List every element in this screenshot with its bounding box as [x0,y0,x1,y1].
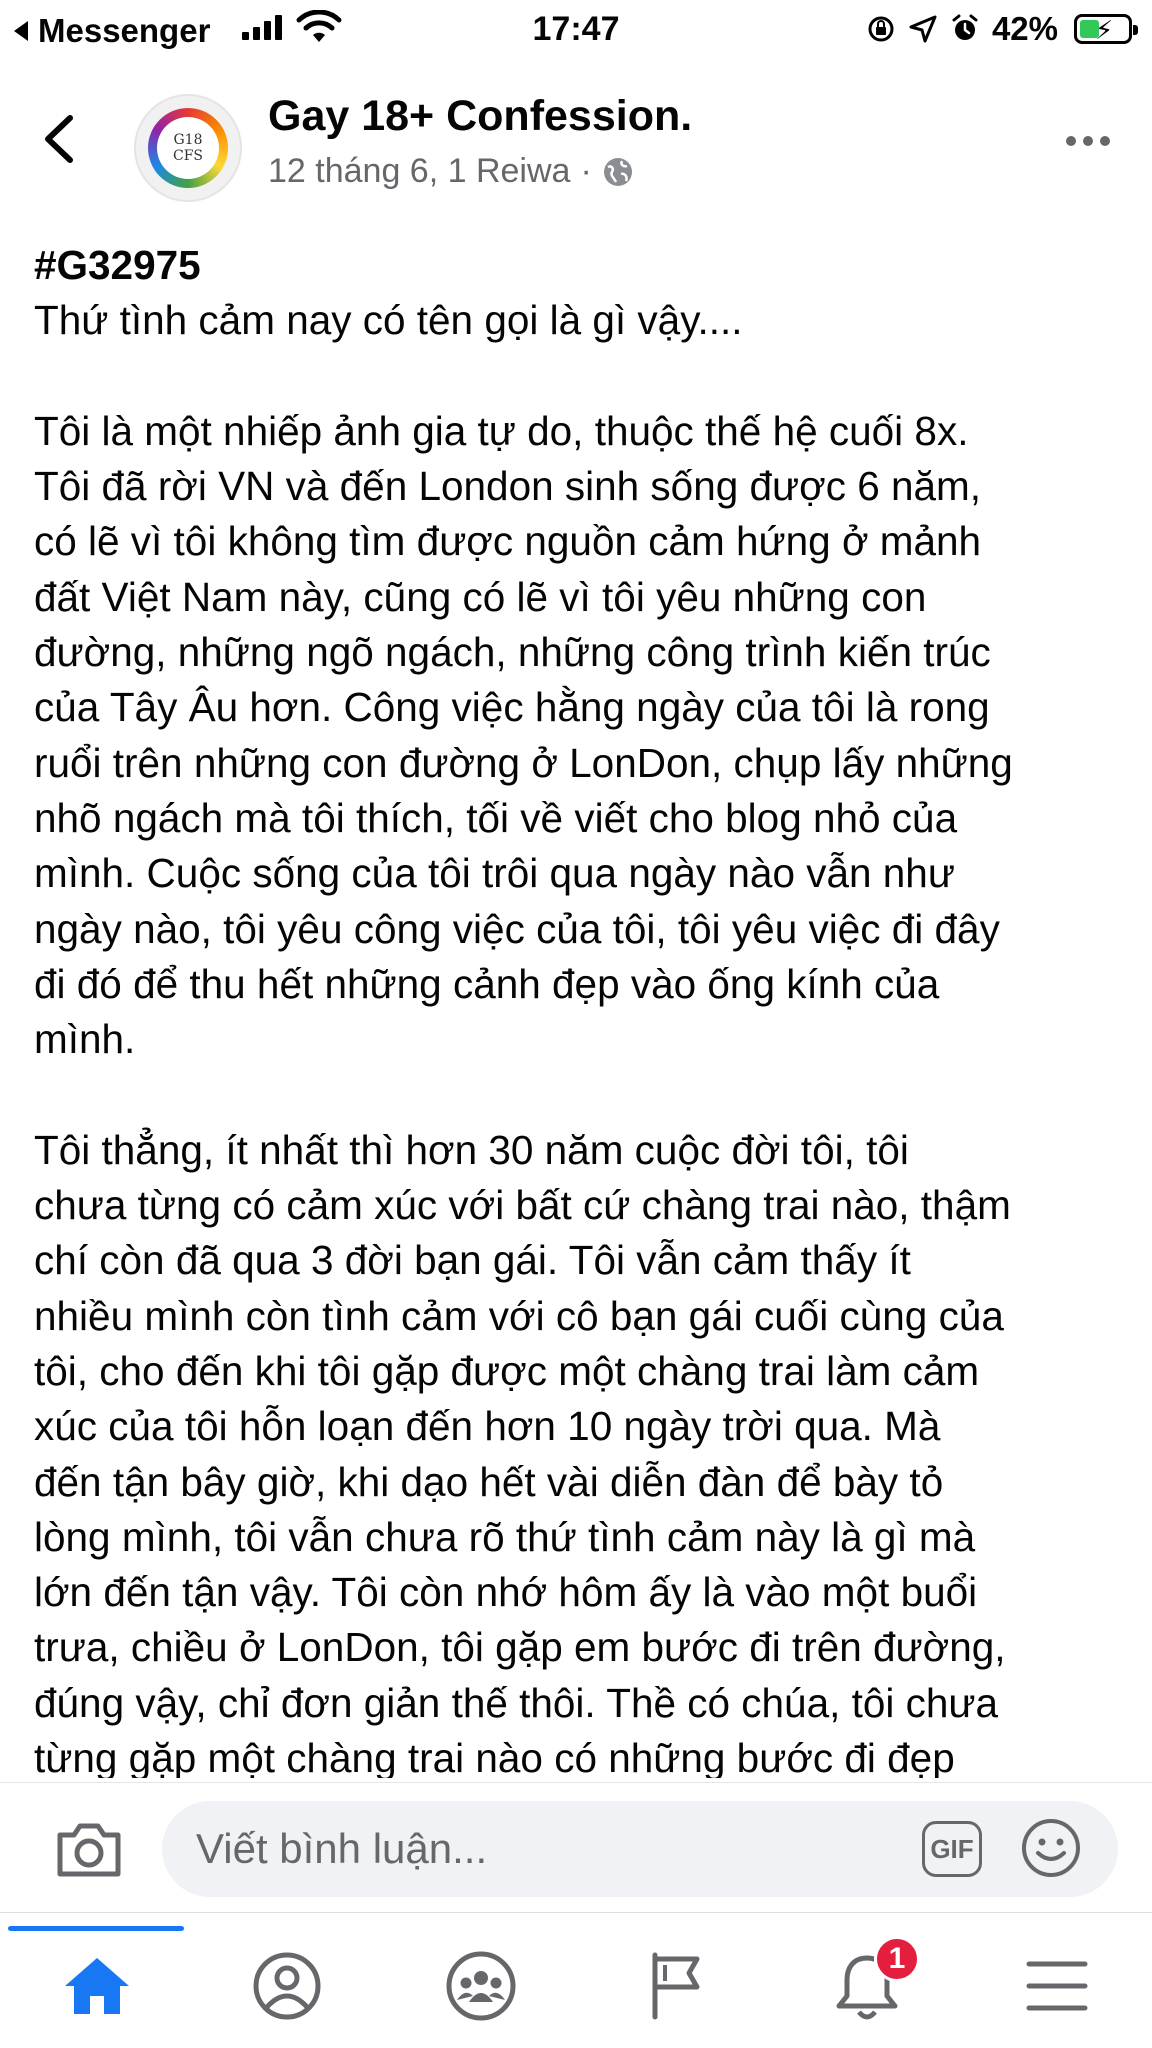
nav-menu[interactable] [1012,1946,1102,2026]
post-line: nhõ ngách mà tôi thích, tối về viết cho … [34,794,958,841]
avatar-logo-text: G18 CFS [157,117,219,179]
post-line: từng gặp một chàng trai nào có những bướ… [34,1735,955,1778]
menu-icon [1026,1961,1088,2011]
page-name[interactable]: Gay 18+ Confession. [268,92,692,141]
post-line: mình. Cuộc sống của tôi trôi qua ngày nà… [34,850,955,897]
notification-badge: 1 [874,1936,920,1982]
post-line: lớn đến tận vậy. Tôi còn nhớ hôm ấy là v… [34,1569,978,1616]
battery-percent: 42% [991,10,1058,47]
post-paragraph-3: Tôi thẳng, ít nhất thì hơn 30 năm cuộc đ… [34,1123,1134,1778]
post-header: G18 CFS Gay 18+ Confession. 12 tháng 6, … [0,62,1152,212]
post-date[interactable]: 12 tháng 6, 1 Reiwa [268,152,570,191]
page-avatar[interactable]: G18 CFS [134,94,242,202]
post-meta: 12 tháng 6, 1 Reiwa · [268,152,634,191]
post-line: chưa từng có cảm xúc với bất cứ chàng tr… [34,1182,1011,1229]
emoji-icon[interactable] [1020,1817,1082,1879]
home-icon [65,1958,129,2014]
chevron-left-icon[interactable] [40,114,80,164]
nav-home[interactable] [52,1946,142,2026]
nav-profile[interactable] [242,1946,332,2026]
post-line: mình. [34,1016,136,1063]
nav-pages[interactable] [630,1946,720,2026]
post-line: xúc của tôi hỗn loạn đến hơn 10 ngày trờ… [34,1403,941,1450]
flag-icon [652,1952,700,2020]
post-line: ruổi trên những con đường ở LonDon, chụp… [34,739,1013,786]
comment-placeholder: Viết bình luận... [196,1825,488,1872]
location-icon [909,15,937,43]
post-line: lòng mình, tôi vẫn chưa rõ thứ tình cảm … [34,1513,976,1560]
battery-icon: ⚡ [1074,14,1138,45]
post-line: của Tây Âu hơn. Công việc hằng ngày của … [34,684,990,731]
post-line: chí còn đã qua 3 đời bạn gái. Tôi vẫn cả… [34,1237,911,1284]
post-line: đúng vậy, chỉ đơn giản thế thôi. Thề có … [34,1679,999,1726]
post-line: tôi, cho đến khi tôi gặp được một chàng … [34,1347,980,1394]
post-line: có lẽ vì tôi không tìm được nguồn cảm hứ… [34,518,982,565]
globe-icon [603,157,632,186]
camera-icon[interactable] [54,1821,124,1879]
post-line: Tôi thẳng, ít nhất thì hơn 30 năm cuộc đ… [34,1126,909,1173]
more-horizontal-icon [1066,136,1076,146]
bottom-navigation [0,1912,1152,2048]
nav-notifications[interactable]: 1 [822,1936,920,2026]
active-tab-indicator [8,1926,184,1931]
post-text: #G32975 Thứ tình cảm nay có tên gọi là g… [34,238,1134,1778]
post-line: ngày nào, tôi yêu công việc của tôi, tôi… [34,905,1000,952]
post-tag: #G32975 [34,242,201,288]
post-line: Thứ tình cảm nay có tên gọi là gì vậy...… [34,297,743,344]
status-bar: Messenger 17:47 42% ⚡ [0,0,1152,62]
post-line: Tôi đã rời VN và đến London sinh sống đư… [34,463,982,510]
post-line: Tôi là một nhiếp ảnh gia tự do, thuộc th… [34,407,969,454]
alarm-icon [952,14,978,40]
groups-icon [446,1951,516,2021]
post-paragraph-2: Tôi là một nhiếp ảnh gia tự do, thuộc th… [34,404,1134,1068]
comment-bar: Viết bình luận... GIF [0,1782,1152,1912]
profile-icon [253,1952,321,2020]
more-options-button[interactable] [1066,136,1110,146]
orientation-lock-icon [868,16,894,42]
comment-input[interactable]: Viết bình luận... GIF [162,1801,1118,1897]
post-line: đường, những ngõ ngách, những công trình… [34,629,991,676]
post-line: đi đó để thu hết những cảnh đẹp vào ống … [34,960,940,1007]
post-line: nhiều mình còn tình cảm với cô bạn gái c… [34,1292,1004,1339]
nav-groups[interactable] [436,1946,526,2026]
post-paragraph-1: Thứ tình cảm nay có tên gọi là gì vậy...… [34,293,1134,348]
post-line: đến tận bây giờ, khi dạo hết vài diễn đà… [34,1458,944,1505]
post-line: trưa, chiều ở LonDon, tôi gặp em bước đi… [34,1624,1006,1671]
gif-button[interactable]: GIF [922,1821,982,1877]
meta-separator: · [580,152,592,190]
post-line: đất Việt Nam này, cũng có lẽ vì tôi yêu … [34,573,927,620]
